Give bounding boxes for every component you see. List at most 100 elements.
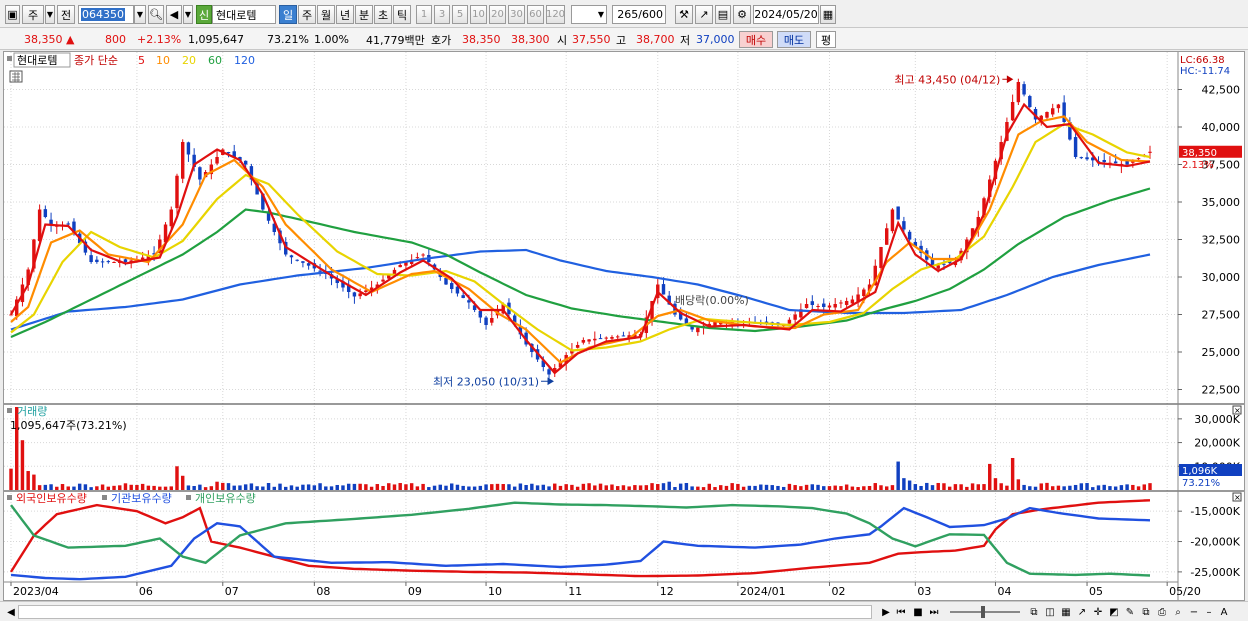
volume-bar	[152, 485, 156, 490]
volume-value: 1,095,647	[188, 33, 244, 46]
interval-tab[interactable]: 120	[546, 5, 565, 24]
volume-bar	[850, 486, 855, 490]
interval-tab[interactable]: 3	[434, 5, 450, 24]
volume-bar	[896, 461, 900, 490]
zoom-slider[interactable]	[950, 611, 1020, 613]
volume-bar	[1005, 485, 1009, 490]
period-tab[interactable]: 월	[317, 5, 335, 24]
trend-icon[interactable]: ↗	[1076, 605, 1088, 619]
interval-tab[interactable]: 10	[470, 5, 487, 24]
calendar-icon[interactable]: ▦	[820, 5, 836, 24]
rewind-icon[interactable]: ⏮	[895, 605, 907, 619]
volume-bar	[947, 486, 952, 490]
minus-icon[interactable]: −	[1188, 605, 1200, 619]
ma-legend-item: 60	[208, 54, 222, 67]
volume-bar	[833, 485, 837, 490]
search-icon[interactable]: 🔍︎	[148, 5, 164, 24]
month-gridlines	[10, 52, 1168, 582]
stock-name-field[interactable]: 현대로템	[212, 5, 276, 24]
measure-icon[interactable]: ◩	[1108, 605, 1120, 619]
range-icon[interactable]: –	[1204, 605, 1214, 619]
ma-legend-item: 20	[182, 54, 196, 67]
code-dropdown-icon[interactable]: ▼	[134, 5, 146, 24]
volume-bar	[907, 480, 912, 490]
prev-button[interactable]: 전	[57, 5, 75, 24]
chart-area[interactable]: 42,500 40,000 37,500 35,000 32,500 30,000 27,5…	[3, 51, 1245, 601]
interval-tab[interactable]: 1	[416, 5, 432, 24]
x-tick-label: 2024/01	[740, 585, 786, 598]
candle	[352, 292, 357, 297]
volume-bar	[438, 484, 442, 490]
overlay-icon[interactable]: ⧉	[1028, 605, 1040, 619]
volume-bar	[953, 484, 958, 490]
speaker-icon[interactable]: ◀	[166, 5, 182, 24]
interval-tab[interactable]: 20	[489, 5, 506, 24]
settings-icon[interactable]: ⚙	[733, 5, 751, 24]
candle	[106, 261, 111, 263]
volume-bar	[346, 483, 351, 490]
period-tab[interactable]: 년	[336, 5, 354, 24]
volume-bar	[163, 486, 168, 490]
y-tick-label: 40,000	[1202, 121, 1241, 134]
interval-tab[interactable]: 60	[527, 5, 544, 24]
zoom-icon[interactable]: ⌕	[1172, 605, 1184, 619]
period-tab[interactable]: 일	[279, 5, 297, 24]
count-input[interactable]: 265/600	[612, 5, 666, 24]
zoom-slider-handle[interactable]	[981, 606, 985, 618]
candle	[890, 209, 895, 232]
volume-bar	[221, 482, 225, 490]
dividend-annotation: 배당락(0.00%)	[675, 294, 749, 307]
interval-dropdown-icon[interactable]: ▼	[598, 10, 604, 19]
interval-tab[interactable]: 5	[452, 5, 468, 24]
high-annotation: 최고 43,450 (04/12)	[894, 73, 1014, 86]
chart-tools-icon[interactable]: ⚒	[675, 5, 693, 24]
stock-code-input[interactable]: 064350	[78, 5, 134, 24]
period-tab[interactable]: 분	[355, 5, 373, 24]
interval-custom-select[interactable]: ▼	[571, 5, 607, 24]
scroll-track[interactable]	[18, 605, 872, 619]
volume-bar	[158, 486, 162, 490]
period-tab[interactable]: 초	[374, 5, 392, 24]
table-icon[interactable]: ▦	[1060, 605, 1072, 619]
sell-button[interactable]: 매도	[777, 31, 811, 48]
last-price-label: 38,350	[1182, 148, 1217, 159]
save-icon[interactable]: ▤	[715, 5, 731, 24]
volume-bar	[1028, 486, 1032, 490]
volume-bar	[884, 486, 889, 490]
font-icon[interactable]: A	[1218, 605, 1230, 619]
volume-bar	[1119, 485, 1124, 490]
print-icon[interactable]: ⎙	[1156, 605, 1168, 619]
avg-button[interactable]: 평	[816, 31, 836, 48]
scroll-right-icon[interactable]: ▶	[880, 605, 892, 619]
copy-icon[interactable]: ⧉	[1140, 605, 1152, 619]
volume-bar	[1056, 485, 1061, 490]
buy-button[interactable]: 매수	[739, 31, 773, 48]
market-select[interactable]: 주	[22, 5, 44, 24]
compare-icon[interactable]: ◫	[1044, 605, 1056, 619]
interval-tab[interactable]: 30	[508, 5, 525, 24]
forward-icon[interactable]: ⏭	[928, 605, 940, 619]
period-tab[interactable]: 주	[298, 5, 316, 24]
volume-bar	[461, 485, 465, 490]
period-tab[interactable]: 틱	[393, 5, 411, 24]
stock-chart[interactable]: 42,50040,00037,50035,00032,50030,00027,5…	[4, 52, 1244, 600]
erase-icon[interactable]: ✎	[1124, 605, 1136, 619]
volume-bar	[1085, 483, 1089, 490]
volume-bar	[112, 485, 116, 490]
cursor-icon[interactable]: ✛	[1092, 605, 1104, 619]
market-dropdown-icon[interactable]: ▼	[45, 5, 55, 24]
draw-tool-icon[interactable]: ↗	[695, 5, 713, 24]
x-tick-label: 02	[831, 585, 845, 598]
window-menu-icon[interactable]: ▣	[5, 5, 20, 24]
volume-bar	[667, 481, 671, 490]
volume-bar	[959, 484, 963, 490]
date-input[interactable]: 2024/05/20	[753, 5, 819, 24]
candle	[587, 339, 591, 342]
scroll-left-icon[interactable]: ◀	[6, 605, 16, 619]
candle	[575, 345, 580, 348]
volume-bar	[89, 487, 93, 490]
market-label: 주	[27, 8, 39, 22]
stop-icon[interactable]: ■	[912, 605, 924, 619]
speaker-dropdown-icon[interactable]: ▼	[183, 5, 193, 24]
volume-bar	[95, 486, 99, 490]
